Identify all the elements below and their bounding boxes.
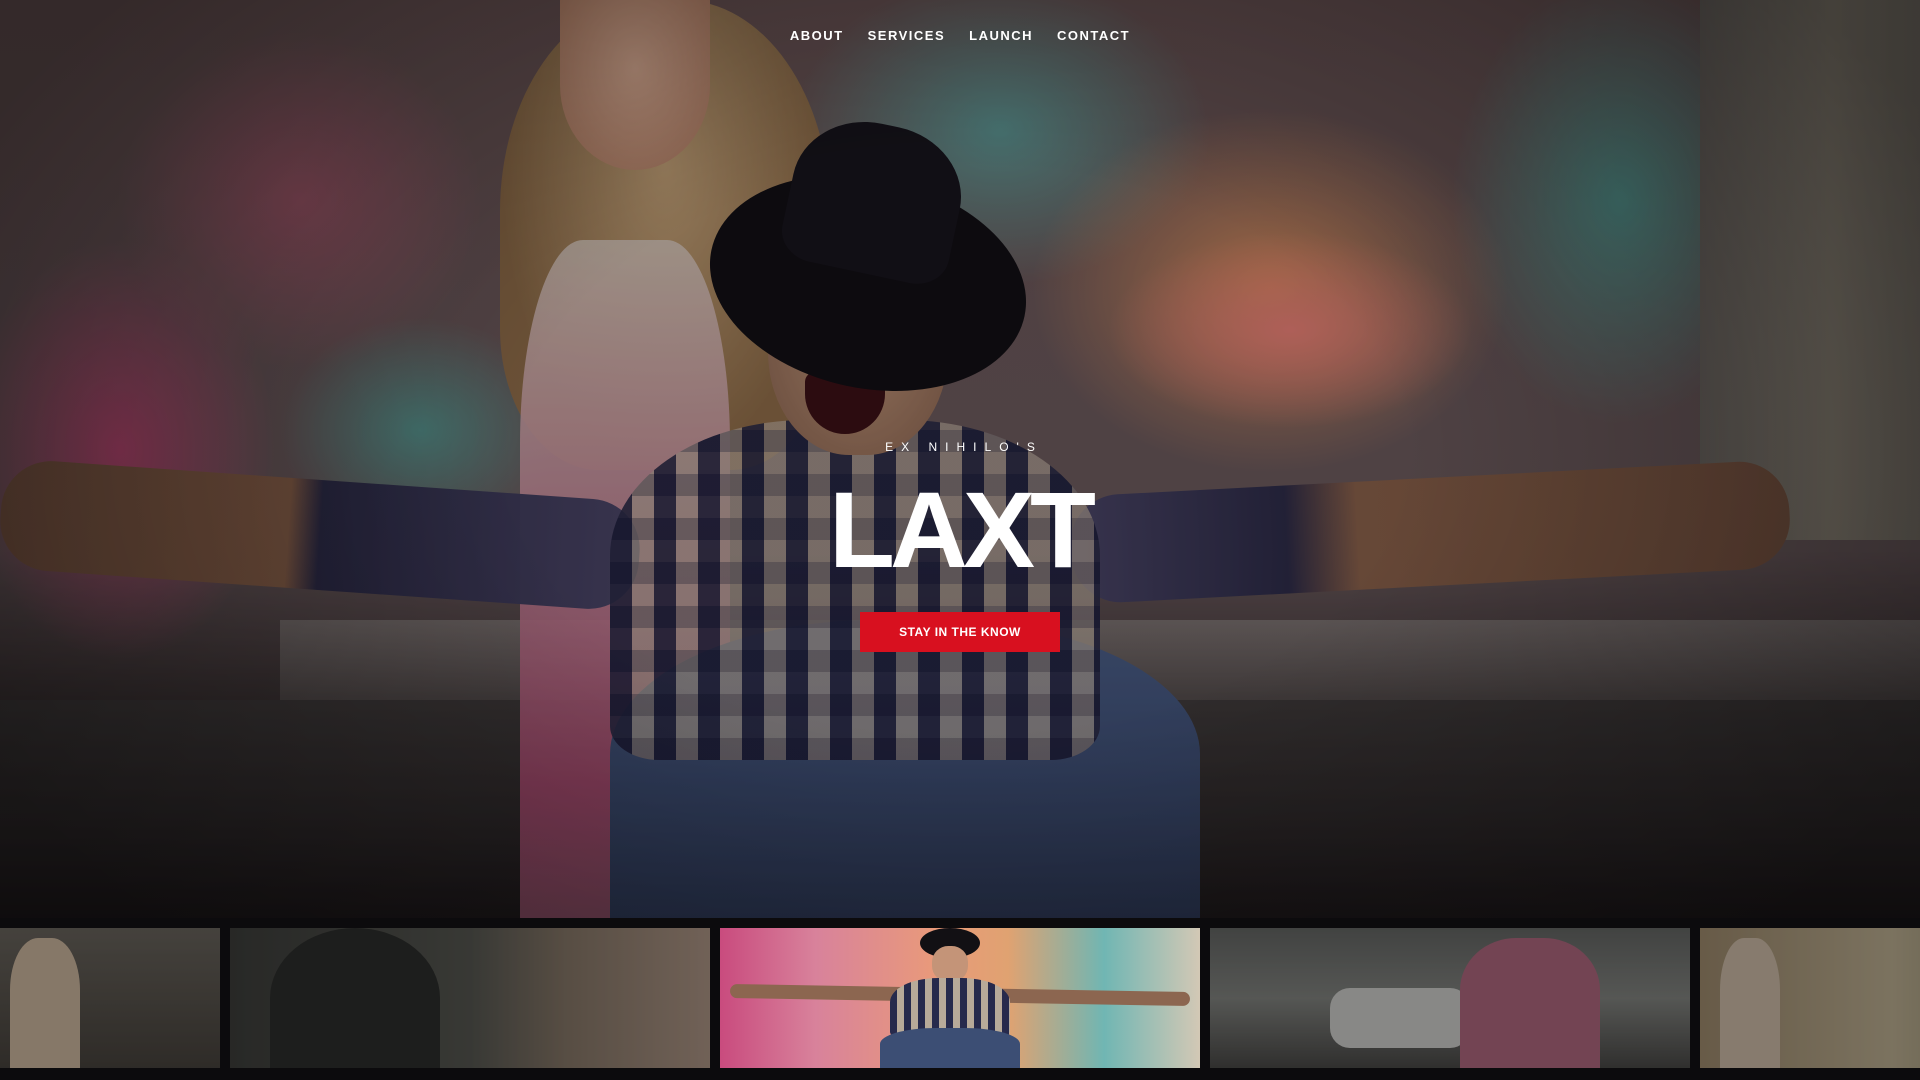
thumbnail-figure	[270, 928, 440, 1068]
landing-page: ABOUT SERVICES LAUNCH CONTACT EX NIHILO'…	[0, 0, 1920, 1080]
thumbnail-jeans	[880, 1028, 1020, 1068]
hero-eyebrow: EX NIHILO'S	[885, 440, 1043, 454]
hero-content: EX NIHILO'S LAXT STAY IN THE KNOW	[0, 440, 1920, 652]
thumbnail-3-active[interactable]	[720, 928, 1200, 1068]
thumbnail-strip	[0, 918, 1920, 1080]
thumbnail-figure	[10, 938, 80, 1068]
thumbnail-4[interactable]	[1210, 928, 1690, 1068]
thumbnail-5[interactable]	[1700, 928, 1920, 1068]
stay-in-the-know-button[interactable]: STAY IN THE KNOW	[860, 612, 1060, 652]
thumbnail-figure	[1460, 938, 1600, 1068]
thumbnail-face	[932, 946, 968, 982]
nav-link-contact[interactable]: CONTACT	[1057, 24, 1130, 47]
thumbnail-figure	[1720, 938, 1780, 1068]
nav-link-launch[interactable]: LAUNCH	[969, 24, 1033, 47]
nav-link-services[interactable]: SERVICES	[868, 24, 946, 47]
main-nav: ABOUT SERVICES LAUNCH CONTACT	[0, 24, 1920, 47]
thumbnail-car	[1330, 988, 1470, 1048]
thumbnail-1[interactable]	[0, 928, 220, 1068]
thumbnail-2[interactable]	[230, 928, 710, 1068]
hero-section: ABOUT SERVICES LAUNCH CONTACT EX NIHILO'…	[0, 0, 1920, 918]
hero-title: LAXT	[829, 469, 1096, 590]
nav-link-about[interactable]: ABOUT	[790, 24, 844, 47]
